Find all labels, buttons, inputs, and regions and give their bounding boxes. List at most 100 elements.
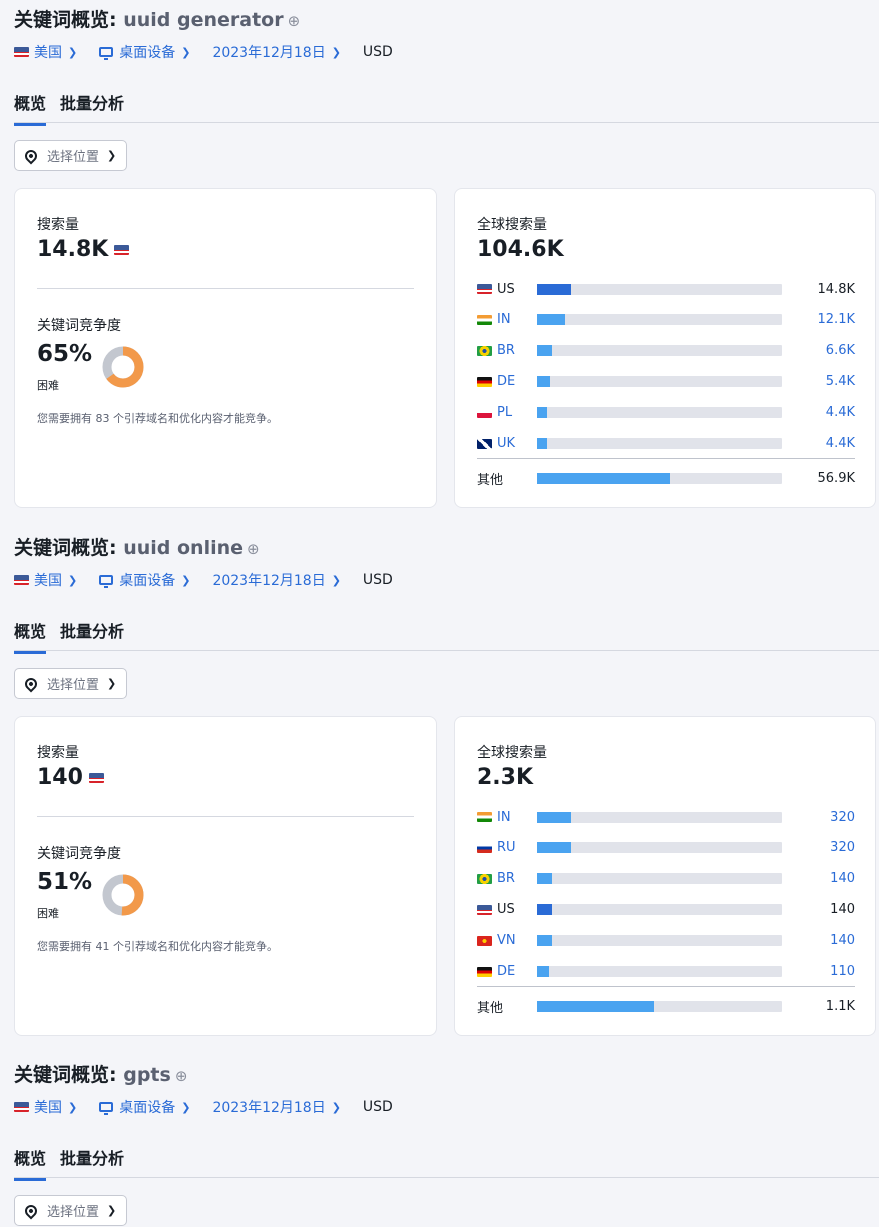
country-code[interactable]: RU [477, 840, 537, 855]
chevron-down-icon: ❯ [181, 45, 191, 59]
us-flag-icon [477, 284, 492, 294]
country-code[interactable]: BR [477, 871, 537, 886]
volume-kd-card: 搜索量 14.8K 关键词竞争度 65% 困难 您需要拥有 83 个引荐域名和优… [14, 188, 437, 508]
location-pin-icon [22, 147, 40, 164]
country-share-bar [537, 873, 782, 885]
tab-bulk-analysis[interactable]: 批量分析 [60, 1145, 124, 1181]
device-selector[interactable]: 桌面设备 ❯ [99, 1097, 190, 1117]
date-selector[interactable]: 2023年12月18日 ❯ [212, 42, 340, 62]
country-code[interactable]: BR [477, 343, 537, 358]
global-volume-value: 2.3K [477, 765, 534, 790]
country-share-bar [537, 966, 782, 977]
us-flag-icon [114, 244, 130, 255]
title-prefix: 关键词概览: [14, 537, 124, 559]
tab-bulk-analysis[interactable]: 批量分析 [60, 90, 124, 126]
date-label: 2023年12月18日 [212, 1100, 326, 1116]
country-selector[interactable]: 美国 ❯ [14, 1097, 77, 1117]
country-code[interactable]: UK [477, 436, 537, 451]
country-share-bar [537, 811, 782, 823]
country-share-bar [537, 935, 782, 947]
country-share-fill [537, 283, 572, 295]
country-share-fill [537, 935, 552, 947]
country-row: VN 140 [477, 931, 855, 951]
tab-overview[interactable]: 概览 [14, 1145, 47, 1181]
volume-value: 140 [37, 765, 109, 790]
country-code-label: DE [497, 374, 516, 390]
page-title: 关键词概览: uuid online ⊕ [14, 533, 260, 560]
country-volume[interactable]: 140 [830, 871, 855, 886]
br-flag-icon [477, 873, 492, 884]
date-selector[interactable]: 2023年12月18日 ❯ [212, 570, 340, 590]
device-label: 桌面设备 [119, 1100, 176, 1116]
location-pin-icon [22, 675, 40, 692]
filter-bar: 美国 ❯ 桌面设备 ❯ 2023年12月18日 ❯ USD [14, 42, 393, 62]
add-keyword-icon[interactable]: ⊕ [247, 540, 260, 558]
country-code[interactable]: DE [477, 374, 537, 389]
country-share-fill [537, 314, 566, 326]
desktop-icon [99, 47, 114, 60]
location-label: 选择位置 [47, 1205, 100, 1220]
country-row: DE 110 [477, 962, 855, 982]
country-row: DE 5.4K [477, 372, 855, 392]
tab-divider [14, 122, 879, 123]
device-selector[interactable]: 桌面设备 ❯ [99, 42, 190, 62]
tab-bar: 概览 批量分析 [14, 1145, 138, 1181]
country-code-label: VN [497, 933, 516, 949]
country-selector[interactable]: 美国 ❯ [14, 570, 77, 590]
us-flag-icon [477, 904, 492, 915]
other-countries-row: 其他 1.1K [477, 996, 855, 1016]
add-keyword-icon[interactable]: ⊕ [175, 1067, 188, 1085]
country-share-bar [537, 345, 782, 357]
pl-flag-icon [477, 407, 492, 418]
country-selector[interactable]: 美国 ❯ [14, 42, 77, 62]
location-selector[interactable]: 选择位置 ❯ [14, 668, 128, 699]
global-volume-card: 全球搜索量 104.6K US 14.8K IN 12.1K BR 6.6K DE 5.4K P… [454, 188, 876, 508]
date-selector[interactable]: 2023年12月18日 ❯ [212, 1097, 340, 1117]
kd-donut-chart [102, 874, 144, 916]
country-label: 美国 [34, 573, 62, 589]
chevron-down-icon: ❯ [107, 1204, 117, 1217]
card-divider [37, 288, 414, 289]
country-code-label: IN [497, 809, 511, 825]
country-volume[interactable]: 320 [830, 810, 855, 825]
tab-bulk-analysis[interactable]: 批量分析 [60, 618, 124, 654]
in-flag-icon [477, 812, 492, 822]
country-volume[interactable]: 4.4K [826, 405, 855, 420]
volume-number: 14.8K [37, 237, 109, 262]
kd-donut-chart [102, 346, 144, 388]
country-volume[interactable]: 6.6K [826, 343, 855, 358]
location-selector[interactable]: 选择位置 ❯ [14, 140, 128, 171]
chevron-down-icon: ❯ [181, 573, 191, 587]
country-code[interactable]: IN [477, 810, 537, 825]
country-row: PL 4.4K [477, 403, 855, 423]
tab-divider [14, 650, 879, 651]
country-volume[interactable]: 4.4K [826, 436, 855, 451]
country-share-bar [537, 438, 782, 449]
country-volume[interactable]: 320 [830, 840, 855, 855]
other-volume: 1.1K [825, 998, 855, 1014]
us-flag-icon [88, 772, 104, 783]
device-selector[interactable]: 桌面设备 ❯ [99, 570, 190, 590]
currency-label: USD [362, 572, 393, 588]
card-divider [37, 816, 414, 817]
chevron-down-icon: ❯ [181, 1100, 191, 1114]
country-volume[interactable]: 5.4K [826, 374, 855, 389]
location-selector[interactable]: 选择位置 ❯ [14, 1195, 128, 1226]
add-keyword-icon[interactable]: ⊕ [288, 12, 301, 30]
country-code[interactable]: DE [477, 964, 537, 979]
other-label-cell: 其他 [477, 469, 537, 488]
tab-overview[interactable]: 概览 [14, 618, 47, 654]
country-code: US [477, 902, 537, 917]
location-label: 选择位置 [47, 678, 100, 693]
country-volume[interactable]: 12.1K [818, 312, 855, 327]
country-volume[interactable]: 140 [830, 933, 855, 948]
desktop-icon [99, 575, 114, 588]
country-code[interactable]: VN [477, 933, 537, 948]
country-volume[interactable]: 110 [830, 964, 855, 979]
country-code[interactable]: PL [477, 405, 537, 420]
country-code[interactable]: IN [477, 312, 537, 327]
volume-value: 14.8K [37, 237, 134, 262]
tab-overview[interactable]: 概览 [14, 90, 47, 126]
keyword-overview-panel-2: 关键词概览: uuid online ⊕ 美国 ❯ 桌面设备 ❯ 2023年12月… [0, 528, 879, 1046]
country-share-fill [537, 438, 548, 449]
